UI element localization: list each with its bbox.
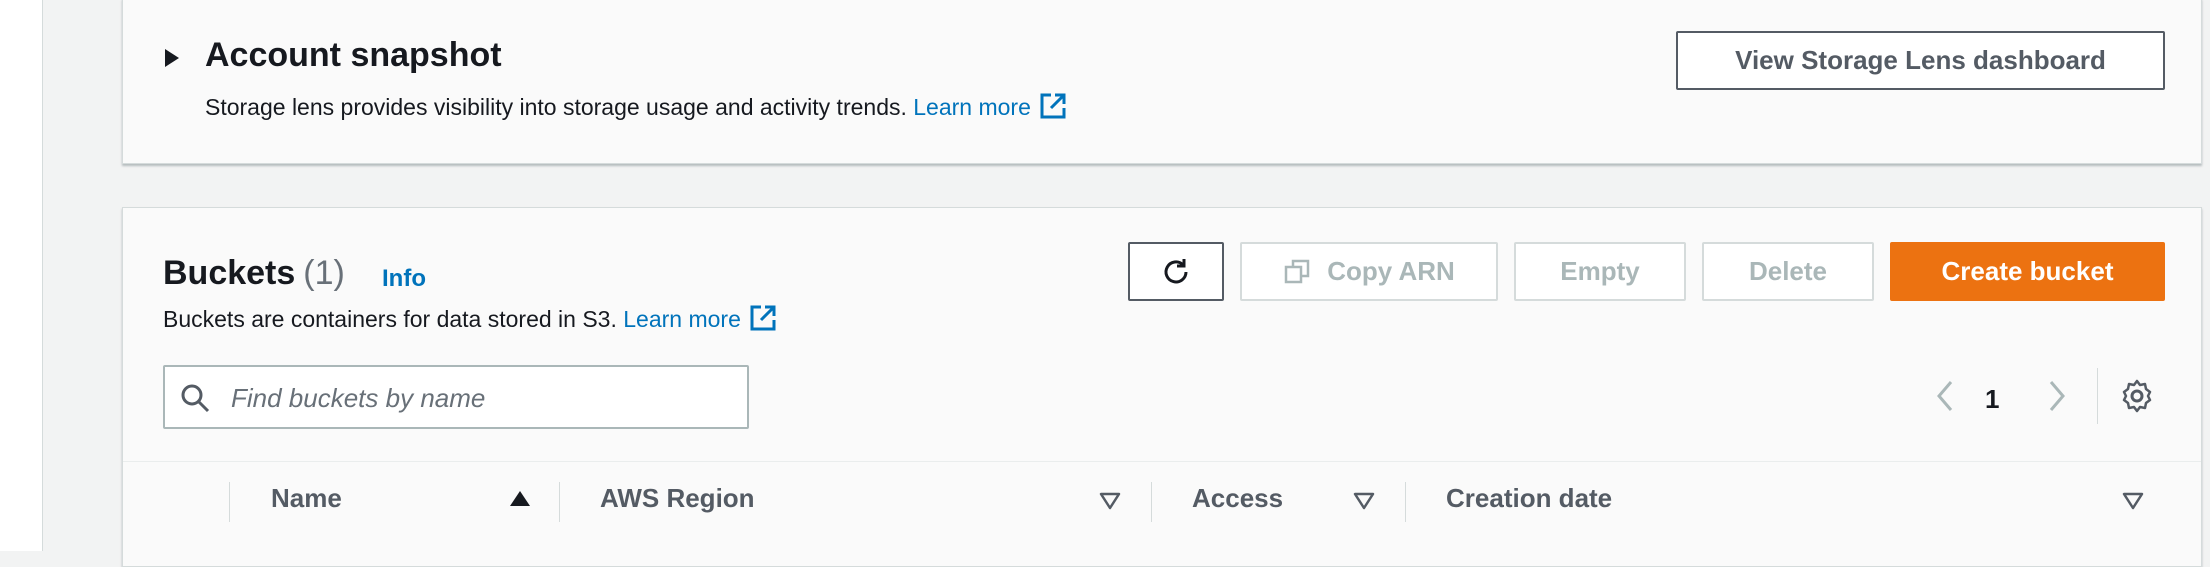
buckets-learn-more-link[interactable]: Learn more (623, 305, 777, 332)
snapshot-description-text: Storage lens provides visibility into st… (205, 94, 907, 120)
sort-ascending-icon[interactable] (510, 491, 530, 506)
refresh-icon (1164, 258, 1188, 283)
buckets-panel: Buckets (1) Info Buckets are containers f… (122, 207, 2202, 567)
pagination-divider (2097, 368, 2098, 424)
chevron-left-icon[interactable] (1931, 378, 1961, 414)
empty-bucket-button[interactable]: Empty (1514, 242, 1686, 301)
expand-caret-icon[interactable] (165, 49, 179, 67)
buckets-description: Buckets are containers for data stored i… (163, 304, 777, 333)
buckets-learn-more-label: Learn more (623, 306, 741, 332)
left-divider (42, 0, 43, 551)
buckets-info-link[interactable]: Info (382, 265, 426, 293)
buckets-table-header: Name AWS Region Access Creation date (123, 461, 2201, 542)
buckets-description-text: Buckets are containers for data stored i… (163, 306, 617, 332)
column-header-creation-date[interactable]: Creation date (1446, 483, 1612, 514)
external-link-icon (1040, 93, 1066, 119)
column-divider (1151, 482, 1152, 522)
column-divider (1405, 482, 1406, 522)
create-bucket-button[interactable]: Create bucket (1890, 242, 2165, 301)
account-snapshot-title[interactable]: Account snapshot (205, 36, 502, 75)
snapshot-learn-more-label: Learn more (913, 94, 1031, 120)
column-header-name[interactable]: Name (271, 483, 342, 514)
column-header-aws-region[interactable]: AWS Region (600, 483, 755, 514)
sort-descending-icon[interactable] (1353, 492, 1375, 510)
sort-descending-icon[interactable] (2122, 492, 2144, 510)
account-snapshot-description: Storage lens provides visibility into st… (205, 92, 1067, 121)
bucket-search-box[interactable] (163, 365, 749, 429)
copy-icon (1284, 259, 1310, 283)
column-divider (229, 482, 230, 522)
copy-arn-button[interactable]: Copy ARN (1240, 242, 1498, 301)
delete-bucket-button[interactable]: Delete (1702, 242, 1874, 301)
buckets-count: (1) (303, 254, 345, 292)
account-snapshot-panel: Account snapshot Storage lens provides v… (122, 0, 2202, 164)
view-storage-lens-dashboard-button[interactable]: View Storage Lens dashboard (1676, 31, 2165, 90)
left-navigation-gutter (0, 0, 42, 551)
copy-arn-label: Copy ARN (1327, 256, 1455, 286)
bucket-search-input[interactable] (229, 367, 733, 429)
external-link-icon (750, 305, 776, 331)
current-page-number[interactable]: 1 (1985, 384, 1999, 415)
search-icon (181, 384, 210, 413)
chevron-right-icon[interactable] (2041, 378, 2071, 414)
settings-gear-icon[interactable] (2119, 378, 2155, 414)
buckets-heading: Buckets (1) (163, 254, 345, 293)
sort-descending-icon[interactable] (1099, 492, 1121, 510)
column-header-access[interactable]: Access (1192, 483, 1283, 514)
refresh-button[interactable] (1128, 242, 1224, 301)
buckets-title: Buckets (163, 254, 296, 292)
snapshot-learn-more-link[interactable]: Learn more (913, 93, 1067, 120)
column-divider (559, 482, 560, 522)
